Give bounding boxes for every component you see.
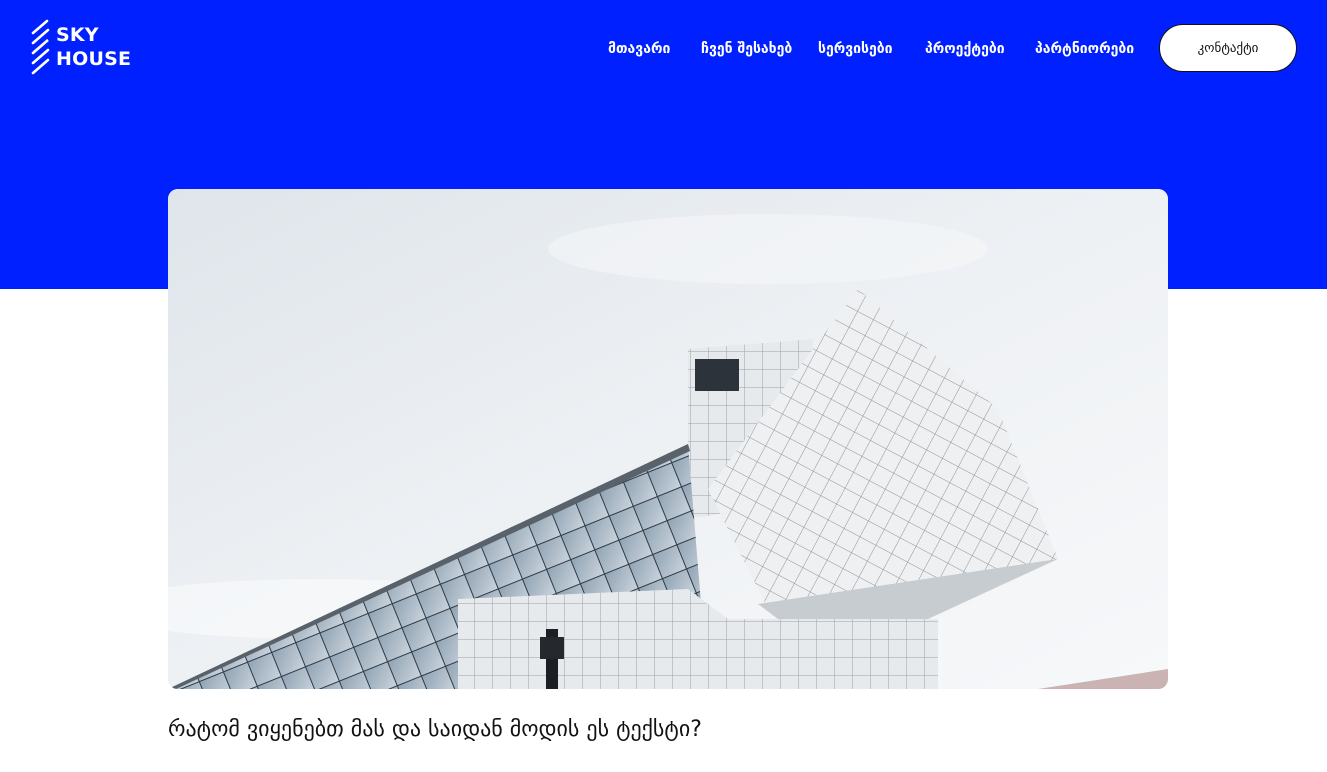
logo-line-sky: SKY xyxy=(56,24,99,46)
logo-line-house: HOUSE xyxy=(56,48,132,70)
logo-text: SKY HOUSE xyxy=(56,23,131,71)
building-photo xyxy=(168,189,1168,689)
logo-icon xyxy=(31,19,50,75)
article-title: რატომ ვიყენებთ მას და საიდან მოდის ეს ტე… xyxy=(168,717,702,742)
logo[interactable]: SKY HOUSE xyxy=(30,19,131,75)
nav-item-partners[interactable]: პარტნიორები xyxy=(1035,38,1134,60)
nav-item-about[interactable]: ჩვენ შესახებ xyxy=(701,38,792,60)
contact-button[interactable]: კონტაქტი xyxy=(1159,24,1297,72)
nav-item-home[interactable]: მთავარი xyxy=(608,38,670,60)
nav-item-projects[interactable]: პროექტები xyxy=(925,38,1005,60)
nav-item-services[interactable]: სერვისები xyxy=(818,38,893,60)
article-image[interactable] xyxy=(168,189,1168,689)
